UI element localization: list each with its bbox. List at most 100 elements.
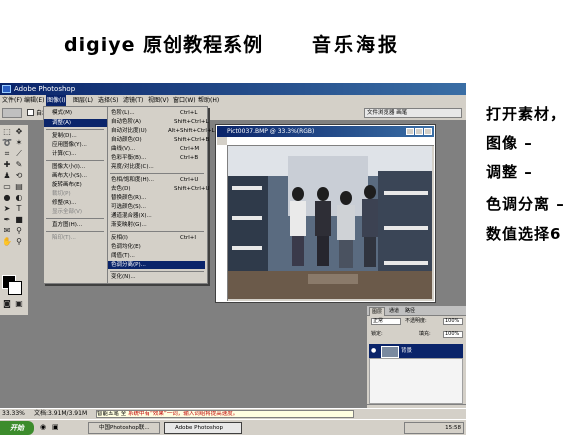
menu-window[interactable]: 窗口(W) bbox=[172, 95, 197, 106]
menu-filter[interactable]: 滤镜(T) bbox=[122, 95, 144, 106]
image-menu-item-apply-image[interactable]: 应用图像(Y)... bbox=[44, 141, 87, 149]
adjust-item-label: 色阶(L)... bbox=[111, 110, 135, 116]
blur-tool-icon[interactable]: ● bbox=[2, 193, 12, 202]
taskbar: 开始 ◉ ▣ 中国Photoshop联... Adobe Photoshop 1… bbox=[0, 419, 466, 435]
eraser-tool-icon[interactable]: ▭ bbox=[2, 182, 12, 191]
adjust-item-gradient-map[interactable]: 渐变映射(G)... bbox=[108, 221, 208, 229]
adjust-item-threshold[interactable]: 阈值(T)... bbox=[108, 252, 208, 260]
healing-brush-tool-icon[interactable]: ✚ bbox=[2, 160, 12, 169]
history-brush-tool-icon[interactable]: ⟲ bbox=[14, 171, 24, 180]
layer-row-background[interactable]: ● 背景 bbox=[369, 344, 463, 358]
auto-select-checkbox[interactable] bbox=[27, 109, 34, 116]
adjust-item-curves[interactable]: 曲线(V)... Ctrl+M bbox=[108, 145, 208, 153]
image-menu-item-mode[interactable]: 模式(M) bbox=[44, 109, 115, 117]
pen-tool-icon[interactable]: ✒ bbox=[2, 215, 12, 224]
magic-wand-tool-icon[interactable]: ✶ bbox=[14, 138, 24, 147]
menu-edit[interactable]: 编辑(E) bbox=[23, 95, 45, 106]
shape-tool-icon[interactable]: ■ bbox=[14, 215, 24, 224]
path-select-tool-icon[interactable]: ➤ bbox=[2, 204, 12, 213]
adjust-item-shortcut: Shift+Ctrl+U bbox=[174, 186, 210, 192]
gradient-tool-icon[interactable]: ▤ bbox=[14, 182, 24, 191]
adjust-item-color-balance[interactable]: 色彩平衡(B)... Ctrl+B bbox=[108, 154, 208, 162]
menu-help[interactable]: 帮助(H) bbox=[197, 95, 220, 106]
tab-channels[interactable]: 通道 bbox=[387, 307, 401, 315]
adjust-item-hue-saturation[interactable]: 色相/饱和度(H)... Ctrl+U bbox=[108, 176, 208, 184]
adjust-item-label: 色调分离(P)... bbox=[111, 262, 146, 268]
quicklaunch-ie-icon[interactable]: ◉ bbox=[40, 423, 46, 431]
brush-tool-icon[interactable]: ✎ bbox=[14, 160, 24, 169]
image-menu-item-reveal-all[interactable]: 显示全部(V) bbox=[44, 208, 82, 216]
minimize-button[interactable] bbox=[406, 128, 414, 135]
eyedropper-tool-icon[interactable]: ⚲ bbox=[14, 226, 24, 235]
menu-layer[interactable]: 图层(L) bbox=[72, 95, 94, 106]
image-menu-item-adjust[interactable]: 调整(A) bbox=[44, 119, 107, 127]
adjust-item-brightness-contrast[interactable]: 亮度/对比度(C)... bbox=[108, 163, 208, 171]
adjust-item-label: 阈值(T)... bbox=[111, 253, 135, 259]
image-menu-item-image-size[interactable]: 图像大小(I)... bbox=[44, 163, 85, 171]
slice-tool-icon[interactable]: ⟋ bbox=[14, 149, 24, 158]
image-menu-item-histogram[interactable]: 直方图(H)... bbox=[44, 221, 82, 229]
adjust-item-selective-color[interactable]: 可选颜色(S)... bbox=[108, 203, 208, 211]
tab-paths[interactable]: 路径 bbox=[403, 307, 417, 315]
menu-separator bbox=[110, 271, 204, 272]
document-photo bbox=[228, 146, 432, 299]
menu-image[interactable]: 图像(I) bbox=[46, 95, 67, 106]
document-window[interactable]: Pict0037.BMP @ 33.3%(RGB) bbox=[215, 124, 436, 303]
hand-tool-icon[interactable]: ✋ bbox=[2, 237, 12, 246]
ime-mode[interactable]: 全 bbox=[121, 411, 127, 417]
image-menu-item-trap[interactable]: 陷印(T)... bbox=[44, 234, 76, 242]
tool-preset-picker[interactable] bbox=[2, 108, 22, 118]
quicklaunch-desktop-icon[interactable]: ▣ bbox=[52, 423, 59, 431]
system-tray: 15:58 bbox=[404, 422, 464, 434]
crop-tool-icon[interactable]: ⌗ bbox=[2, 149, 12, 158]
adjust-item-invert[interactable]: 反相(I) Ctrl+I bbox=[108, 234, 208, 242]
adjust-item-variations[interactable]: 变化(N)... bbox=[108, 273, 208, 281]
adjust-item-label: 色调均化(E) bbox=[111, 244, 141, 250]
toolbox: ⬚ ✥ ➰ ✶ ⌗ ⟋ ✚ ✎ ♟ ⟲ ▭ ▤ ● ◐ ➤ T ✒ ■ ✉ ⚲ … bbox=[0, 125, 29, 315]
adjust-item-shortcut: Shift+Ctrl+B bbox=[174, 137, 210, 143]
lasso-tool-icon[interactable]: ➰ bbox=[2, 138, 12, 147]
menu-select[interactable]: 选择(S) bbox=[97, 95, 120, 106]
dodge-tool-icon[interactable]: ◐ bbox=[14, 193, 24, 202]
adjust-item-auto-levels[interactable]: 自动色阶(A) Shift+Ctrl+L bbox=[108, 118, 209, 126]
layers-palette-tabs: 图层 通道 路径 bbox=[367, 306, 466, 316]
adjust-item-levels[interactable]: 色阶(L)... Ctrl+L bbox=[108, 109, 208, 117]
screen-mode-icon[interactable]: ▣ bbox=[14, 299, 24, 308]
adjust-item-equalize[interactable]: 色调均化(E) bbox=[108, 243, 208, 251]
start-button[interactable]: 开始 bbox=[0, 421, 34, 435]
menu-view[interactable]: 视图(V) bbox=[147, 95, 170, 106]
ime-bar: 智能五笔 全 系统中有“效果”一词，输入词组将提高速度。 bbox=[96, 410, 354, 418]
marquee-tool-icon[interactable]: ⬚ bbox=[2, 127, 12, 136]
adjust-item-auto-color[interactable]: 自动颜色(O) Shift+Ctrl+B bbox=[108, 136, 210, 144]
menu-file[interactable]: 文件(F) bbox=[1, 95, 23, 106]
image-menu-item-canvas-size[interactable]: 画布大小(S)... bbox=[44, 172, 87, 180]
type-tool-icon[interactable]: T bbox=[14, 204, 24, 213]
tab-layers[interactable]: 图层 bbox=[369, 307, 386, 316]
eye-icon[interactable]: ● bbox=[371, 347, 376, 355]
ime-name[interactable]: 智能五笔 bbox=[97, 411, 119, 417]
instruction-line: 打开素材， bbox=[486, 105, 567, 123]
adjust-item-replace-color[interactable]: 替换颜色(R)... bbox=[108, 194, 208, 202]
image-menu-item-trim[interactable]: 修整(R)... bbox=[44, 199, 76, 207]
adjust-item-auto-contrast[interactable]: 自动对比度(U) Alt+Shift+Ctrl+L bbox=[108, 127, 215, 135]
quick-mask-icon[interactable]: ◙ bbox=[2, 299, 12, 308]
close-button[interactable] bbox=[424, 128, 432, 135]
taskbar-item-photoshop[interactable]: Adobe Photoshop bbox=[164, 422, 242, 434]
image-menu-item-crop[interactable]: 裁切(P) bbox=[44, 190, 71, 198]
notes-tool-icon[interactable]: ✉ bbox=[2, 226, 12, 235]
maximize-button[interactable] bbox=[415, 128, 423, 135]
image-menu-item-duplicate[interactable]: 复制(D)... bbox=[44, 132, 77, 140]
taskbar-item-browser[interactable]: 中国Photoshop联... bbox=[88, 422, 160, 434]
image-menu-item-rotate-canvas[interactable]: 旋转画布(E) bbox=[44, 181, 82, 189]
stamp-tool-icon[interactable]: ♟ bbox=[2, 171, 12, 180]
adjust-item-label: 亮度/对比度(C)... bbox=[111, 164, 154, 170]
menu-separator bbox=[46, 129, 104, 130]
adjust-item-posterize[interactable]: 色调分离(P)... bbox=[108, 261, 205, 269]
background-color-swatch[interactable] bbox=[8, 281, 22, 295]
palette-well-tabs[interactable]: 文件浏览器 画笔 bbox=[364, 108, 462, 118]
zoom-tool-icon[interactable]: ⚲ bbox=[14, 237, 24, 246]
image-menu-item-calculations[interactable]: 计算(C)... bbox=[44, 150, 76, 158]
adjust-item-channel-mixer[interactable]: 通道混合器(X)... bbox=[108, 212, 208, 220]
move-tool-icon[interactable]: ✥ bbox=[14, 127, 24, 136]
adjust-item-desaturate[interactable]: 去色(D) Shift+Ctrl+U bbox=[108, 185, 210, 193]
